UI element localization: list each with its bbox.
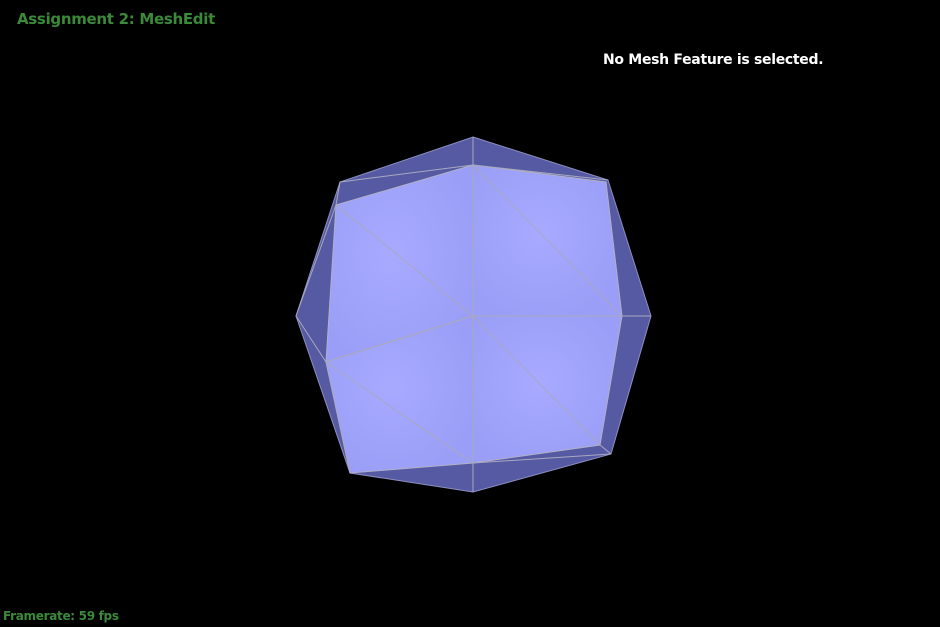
framerate-readout: Framerate: 59 fps <box>3 609 119 623</box>
mesh-front-faces[interactable] <box>325 164 623 474</box>
mesh-viewport[interactable]: Assignment 2: MeshEdit No Mesh Feature i… <box>0 0 940 627</box>
app-title: Assignment 2: MeshEdit <box>17 10 215 28</box>
selection-status: No Mesh Feature is selected. <box>603 52 824 68</box>
mesh-canvas[interactable] <box>0 0 940 627</box>
